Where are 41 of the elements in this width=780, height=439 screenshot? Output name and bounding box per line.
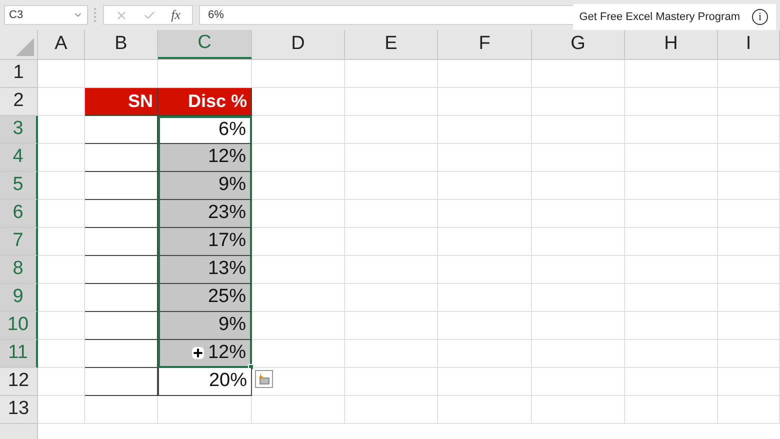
- column-header[interactable]: G: [532, 30, 625, 59]
- value-cell: 9%: [158, 172, 252, 200]
- column-header[interactable]: I: [718, 30, 780, 59]
- row-header[interactable]: 13: [0, 396, 38, 424]
- row-header[interactable]: 6: [0, 200, 38, 228]
- value-cell: 6%: [158, 116, 252, 144]
- column-header[interactable]: C: [158, 30, 252, 59]
- value-cell: 12%: [158, 144, 252, 172]
- promo-text[interactable]: Get Free Excel Mastery Program: [579, 8, 740, 26]
- promo-tooltip[interactable]: Get Free Excel Mastery Program i: [573, 4, 776, 30]
- row-header[interactable]: 11: [0, 340, 38, 368]
- row-header[interactable]: 3: [0, 116, 38, 144]
- info-button[interactable]: i: [752, 9, 768, 25]
- column-header[interactable]: F: [438, 30, 532, 59]
- name-box[interactable]: C3: [4, 5, 88, 25]
- column-header[interactable]: A: [38, 30, 85, 59]
- row-header[interactable]: 7: [0, 228, 38, 256]
- row-header[interactable]: 4: [0, 144, 38, 172]
- column-header[interactable]: H: [625, 30, 718, 59]
- value-cell: 13%: [158, 256, 252, 284]
- quick-analysis-button[interactable]: [255, 370, 273, 388]
- value-cell: 12%: [158, 340, 252, 368]
- insert-function-button[interactable]: fx: [171, 5, 181, 25]
- column-header[interactable]: E: [345, 30, 438, 59]
- row-header[interactable]: 9: [0, 284, 38, 312]
- row-header[interactable]: 5: [0, 172, 38, 200]
- cancel-icon[interactable]: [115, 8, 128, 22]
- column-title-cell: SN: [85, 88, 158, 116]
- value-cell: 25%: [158, 284, 252, 312]
- value-cell: 17%: [158, 228, 252, 256]
- column-title-cell: Disc %: [158, 88, 252, 116]
- row-header[interactable]: 10: [0, 312, 38, 340]
- value-cell: 9%: [158, 312, 252, 340]
- row-header[interactable]: 1: [0, 60, 38, 88]
- column-header[interactable]: D: [252, 30, 345, 59]
- value-cell: 23%: [158, 200, 252, 228]
- row-header[interactable]: 2: [0, 88, 38, 116]
- row-header[interactable]: 8: [0, 256, 38, 284]
- enter-icon[interactable]: [143, 8, 156, 22]
- row-header[interactable]: 12: [0, 368, 38, 396]
- corner-triangle-icon: [16, 38, 34, 56]
